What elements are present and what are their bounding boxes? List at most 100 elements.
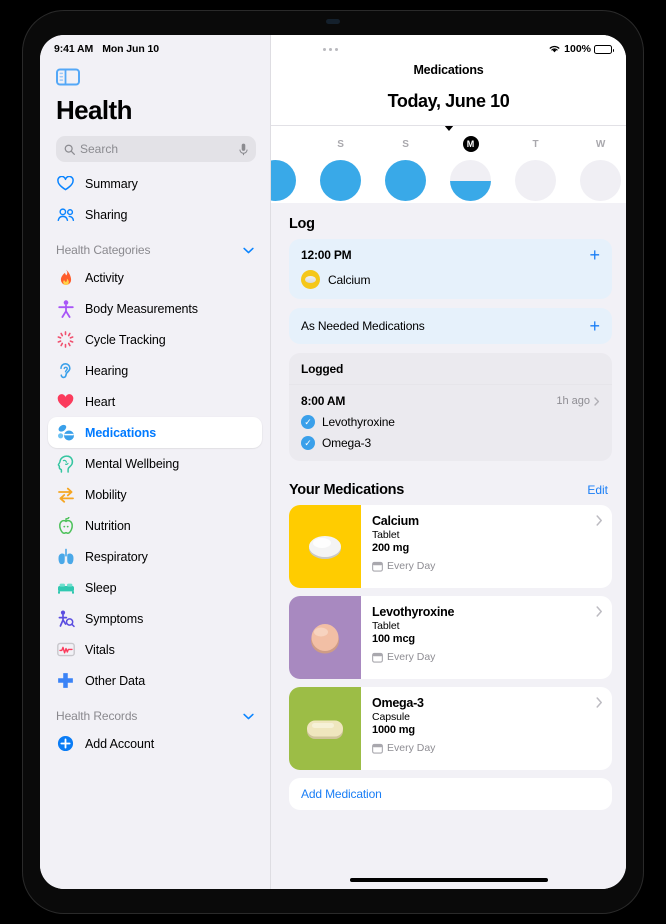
- add-medication-button[interactable]: Add Medication: [289, 778, 612, 810]
- day-column[interactable]: [271, 126, 308, 201]
- as-needed-card[interactable]: As Needed Medications +: [289, 308, 612, 344]
- sidebar-toggle-icon[interactable]: [56, 68, 80, 86]
- home-indicator: [349, 878, 548, 882]
- medication-thumbnail: [289, 687, 361, 770]
- sidebar-item-medications[interactable]: Medications: [48, 417, 262, 448]
- health-records-header[interactable]: Health Records: [56, 707, 254, 725]
- medication-card[interactable]: Omega-3 Capsule 1000 mg Every Day: [289, 687, 612, 770]
- sidebar-item-summary[interactable]: Summary: [48, 168, 262, 199]
- status-time: 9:41 AM: [54, 43, 94, 55]
- cycle-icon: [56, 330, 75, 349]
- main-scroll-area[interactable]: Log 12:00 PM + Calcium As Needed Medicat…: [271, 203, 626, 889]
- sidebar-item-nutrition[interactable]: Nutrition: [48, 510, 262, 541]
- medication-frequency: Every Day: [372, 651, 602, 663]
- sidebar-item-sleep[interactable]: Sleep: [48, 572, 262, 603]
- day-column[interactable]: T: [503, 126, 568, 201]
- sidebar-item-vitals[interactable]: Vitals: [48, 634, 262, 665]
- search-placeholder: Search: [80, 142, 119, 156]
- sidebar-item-label: Symptoms: [85, 611, 144, 626]
- sidebar-item-label: Cycle Tracking: [85, 332, 166, 347]
- chevron-down-icon[interactable]: [243, 707, 254, 725]
- day-column[interactable]: S: [308, 126, 373, 201]
- chevron-right-icon[interactable]: [596, 515, 603, 529]
- log-medication-name: Calcium: [328, 272, 371, 287]
- logged-entry[interactable]: 8:00 AM 1h ago ✓ Levothyroxine ✓ Omega-3: [289, 385, 612, 461]
- calendar-icon: [372, 561, 383, 572]
- health-categories-header[interactable]: Health Categories: [56, 241, 254, 259]
- lungs-icon: [56, 547, 75, 566]
- chevron-right-icon: [594, 396, 600, 406]
- medication-form: Tablet: [372, 620, 400, 632]
- day-progress-dot: [450, 160, 491, 201]
- day-column-today[interactable]: M: [438, 126, 503, 201]
- day-strip[interactable]: S S M T W: [271, 126, 626, 203]
- chevron-down-icon[interactable]: [243, 241, 254, 259]
- front-camera: [326, 19, 340, 24]
- more-dots-icon[interactable]: [323, 47, 338, 51]
- sidebar-item-cycle-tracking[interactable]: Cycle Tracking: [48, 324, 262, 355]
- search-input[interactable]: Search: [56, 136, 256, 162]
- sidebar-item-other-data[interactable]: Other Data: [48, 665, 262, 696]
- day-progress-dot: [385, 160, 426, 201]
- your-medications-header: Your Medications Edit: [289, 482, 608, 498]
- chevron-right-icon[interactable]: [596, 606, 603, 620]
- sidebar-item-symptoms[interactable]: Symptoms: [48, 603, 262, 634]
- medication-form: Tablet: [372, 529, 400, 541]
- calendar-icon: [372, 652, 383, 663]
- sidebar-item-add-account[interactable]: Add Account: [48, 728, 262, 759]
- medication-dose: 100 mcg: [372, 633, 415, 645]
- sidebar-item-label: Mental Wellbeing: [85, 456, 180, 471]
- medication-card[interactable]: Levothyroxine Tablet 100 mcg Every Day: [289, 596, 612, 679]
- checkmark-circle-icon: ✓: [301, 415, 315, 429]
- medication-card[interactable]: Calcium Tablet 200 mg Every Day: [289, 505, 612, 588]
- flame-icon: [56, 268, 75, 287]
- sidebar-item-hearing[interactable]: Hearing: [48, 355, 262, 386]
- medication-name: Calcium: [372, 514, 419, 528]
- sidebar-item-sharing[interactable]: Sharing: [48, 199, 262, 230]
- day-label: M: [462, 136, 479, 152]
- capsule-pill-icon: [307, 720, 343, 739]
- sidebar-item-heart[interactable]: Heart: [48, 386, 262, 417]
- log-scheduled-card[interactable]: 12:00 PM + Calcium: [289, 239, 612, 299]
- logged-item: ✓ Levothyroxine: [301, 415, 600, 429]
- plus-icon[interactable]: +: [589, 246, 600, 264]
- sidebar-item-label: Vitals: [85, 642, 115, 657]
- battery-icon: [594, 44, 614, 54]
- sidebar-item-label: Add Account: [85, 736, 155, 751]
- sidebar-item-label: Hearing: [85, 363, 129, 378]
- sidebar-item-body-measurements[interactable]: Body Measurements: [48, 293, 262, 324]
- sidebar-item-respiratory[interactable]: Respiratory: [48, 541, 262, 572]
- checkmark-circle-icon: ✓: [301, 436, 315, 450]
- sidebar-nav: Summary Sharing Health Categories Activi…: [40, 168, 270, 759]
- main-header: 100% Medications Today, June 10: [271, 35, 626, 125]
- sidebar-item-mental-wellbeing[interactable]: Mental Wellbeing: [48, 448, 262, 479]
- as-needed-label: As Needed Medications: [301, 319, 425, 333]
- heart-filled-icon: [56, 392, 75, 411]
- plus-icon[interactable]: +: [589, 317, 600, 335]
- medication-frequency: Every Day: [372, 742, 602, 754]
- main-content: 100% Medications Today, June 10 S S M T …: [271, 35, 626, 889]
- search-icon: [64, 144, 75, 155]
- oval-pill-icon: [309, 535, 341, 559]
- sidebar-item-label: Nutrition: [85, 518, 131, 533]
- chevron-right-icon[interactable]: [596, 697, 603, 711]
- health-categories-label: Health Categories: [56, 243, 151, 257]
- day-label: T: [532, 138, 539, 150]
- edit-button[interactable]: Edit: [587, 483, 608, 497]
- sidebar-item-activity[interactable]: Activity: [48, 262, 262, 293]
- day-column[interactable]: S: [373, 126, 438, 201]
- medication-frequency-label: Every Day: [387, 651, 436, 663]
- log-time: 12:00 PM: [301, 248, 352, 262]
- sidebar: 9:41 AM Mon Jun 10 Health Search Summary…: [40, 35, 271, 889]
- medication-dose: 1000 mg: [372, 724, 415, 736]
- day-column[interactable]: W: [568, 126, 626, 201]
- ear-icon: [56, 361, 75, 380]
- sidebar-item-mobility[interactable]: Mobility: [48, 479, 262, 510]
- mobility-arrows-icon: [56, 485, 75, 504]
- brain-head-icon: [56, 454, 75, 473]
- status-date: Mon Jun 10: [102, 43, 159, 55]
- sidebar-item-label: Sleep: [85, 580, 117, 595]
- sidebar-item-label: Heart: [85, 394, 116, 409]
- today-date-title[interactable]: Today, June 10: [271, 91, 626, 112]
- sidebar-item-label: Mobility: [85, 487, 127, 502]
